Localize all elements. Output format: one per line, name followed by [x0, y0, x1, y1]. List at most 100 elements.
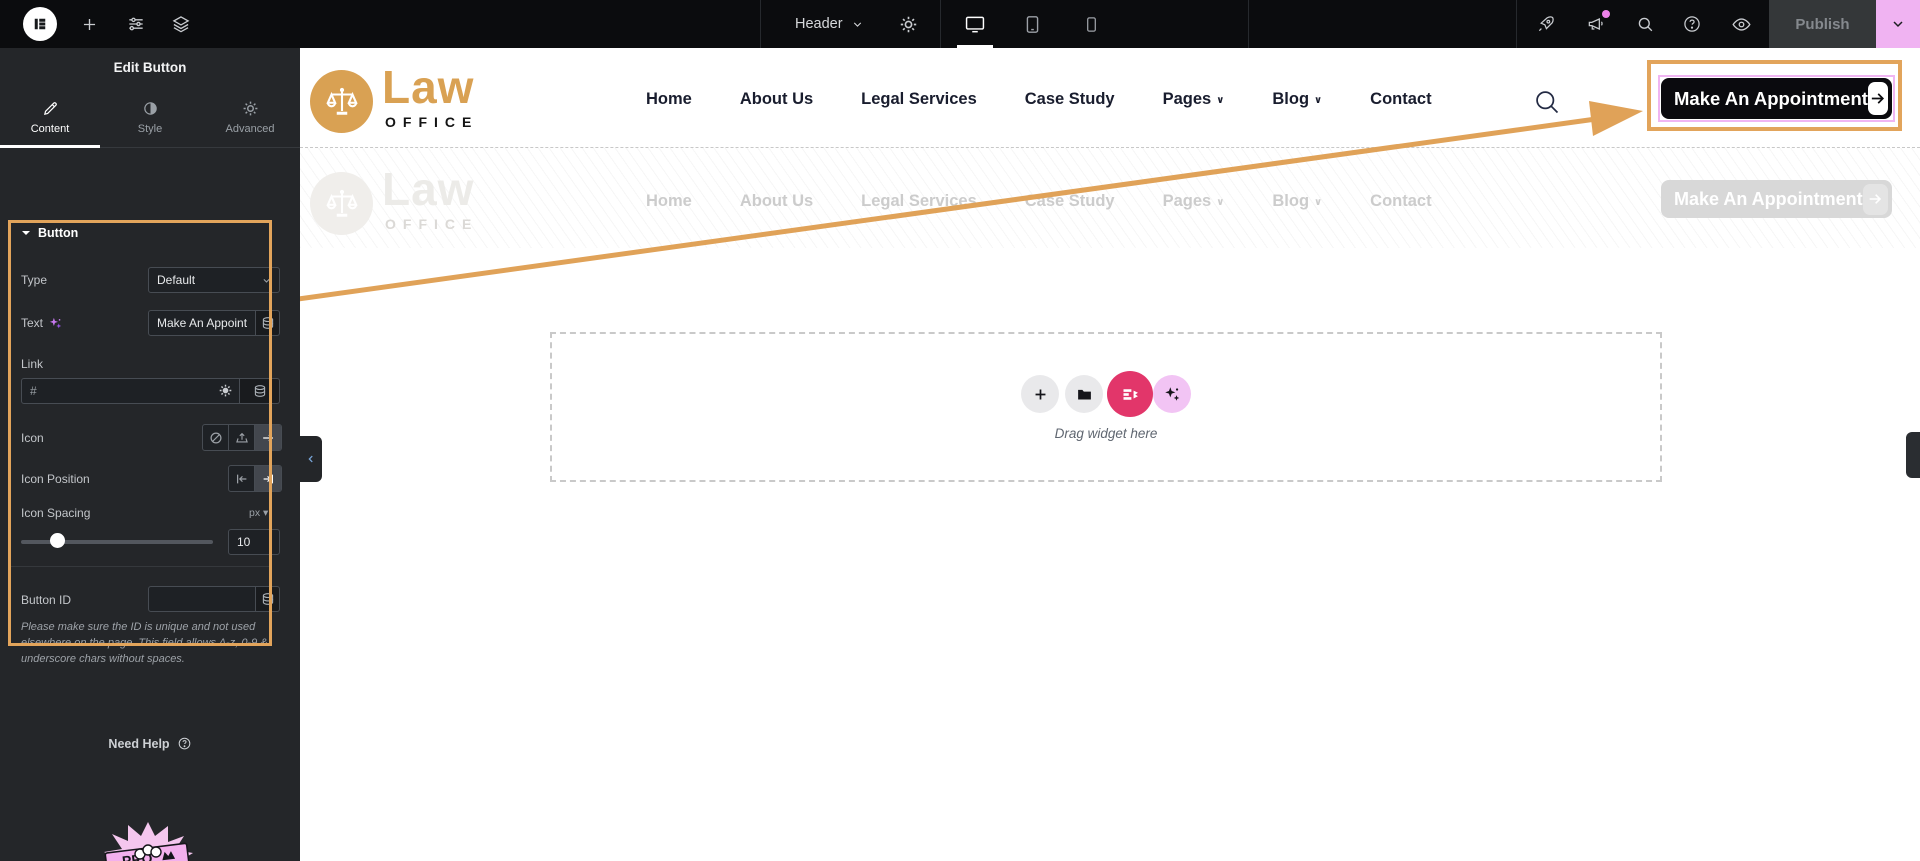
plus-icon — [83, 18, 95, 30]
icon-position-right-button[interactable] — [255, 466, 281, 491]
icon-right-icon — [263, 474, 273, 483]
database-icon — [262, 593, 273, 605]
document-switcher[interactable]: Header — [795, 0, 864, 48]
tab-style[interactable]: Style — [100, 88, 200, 147]
law-logo-icon[interactable] — [310, 70, 373, 133]
pencil-icon — [43, 102, 57, 115]
publish-button[interactable]: Publish — [1769, 0, 1876, 48]
text-input[interactable] — [148, 310, 256, 336]
icon-spacing-input[interactable] — [228, 529, 280, 555]
chevron-down-icon — [853, 21, 861, 27]
publish-label: Publish — [1795, 15, 1850, 33]
drag-widget-hint: Drag widget here — [1054, 426, 1158, 441]
document-settings-button[interactable] — [893, 0, 923, 48]
chevron-down-icon — [1893, 21, 1903, 28]
icon-library-button[interactable] — [255, 425, 281, 450]
type-value: Default — [157, 273, 196, 287]
site-preview-area — [300, 148, 1920, 248]
device-mobile-button[interactable] — [1073, 0, 1109, 48]
button-id-dynamic-tags-button[interactable] — [256, 586, 280, 612]
tab-style-label: Style — [137, 123, 163, 135]
device-desktop-button[interactable] — [957, 0, 993, 48]
icon-spacing-label: Icon Spacing — [21, 506, 91, 520]
plus-icon — [1035, 389, 1045, 399]
site-settings-button[interactable] — [122, 0, 150, 48]
elementor-editor: Header Publish Edit Button Content Style… — [0, 0, 1920, 861]
whats-new-button[interactable] — [1580, 0, 1612, 48]
navigator-handle[interactable] — [1906, 432, 1920, 478]
sparkles-icon — [1165, 387, 1180, 401]
section-button-header[interactable]: Button — [21, 226, 78, 240]
link-input[interactable] — [21, 378, 240, 404]
add-element-button[interactable] — [76, 0, 102, 48]
button-id-input[interactable] — [148, 586, 256, 612]
tab-content[interactable]: Content — [0, 88, 100, 148]
database-icon — [254, 385, 265, 397]
folder-icon — [1077, 389, 1091, 399]
main-nav: Home About Us Legal Services Case Study … — [646, 90, 1432, 109]
chevron-down-icon: ∨ — [1314, 95, 1323, 106]
tab-advanced[interactable]: Advanced — [200, 88, 300, 147]
eye-icon — [1731, 17, 1751, 31]
device-tablet-button[interactable] — [1014, 0, 1050, 48]
ai-builder-button[interactable] — [1153, 375, 1191, 413]
finder-search-button[interactable] — [1629, 0, 1661, 48]
icon-position-left-button[interactable] — [229, 466, 255, 491]
help-button[interactable] — [1676, 0, 1708, 48]
chevron-down-icon: ∨ — [1216, 95, 1225, 106]
nav-pages[interactable]: Pages ∨ — [1163, 90, 1225, 109]
panel-title: Edit Button — [113, 60, 187, 75]
need-help-link[interactable]: Need Help — [0, 736, 300, 751]
tab-content-label: Content — [30, 123, 70, 135]
monitor-icon — [965, 16, 985, 33]
nav-about-us[interactable]: About Us — [740, 90, 813, 109]
elementor-menu-button[interactable] — [22, 0, 58, 48]
make-appointment-button[interactable]: Make An Appointment — [1661, 78, 1892, 119]
top-bar: Header Publish — [0, 0, 1920, 48]
panel-collapse-handle[interactable] — [300, 436, 322, 482]
make-appointment-label: Make An Appointment — [1674, 87, 1868, 109]
nav-blog[interactable]: Blog ∨ — [1272, 90, 1322, 109]
nav-contact[interactable]: Contact — [1370, 90, 1431, 109]
elementor-logo-icon — [23, 7, 57, 41]
icon-choice-group — [202, 424, 282, 451]
template-library-button[interactable] — [1065, 375, 1103, 413]
text-dynamic-tags-button[interactable] — [256, 310, 280, 336]
search-icon — [1536, 91, 1559, 114]
arrow-right-icon — [263, 433, 274, 442]
structure-button[interactable] — [167, 0, 195, 48]
topbar-divider — [1248, 0, 1249, 48]
header-search-button[interactable] — [1533, 88, 1561, 116]
add-section-button[interactable] — [1021, 375, 1059, 413]
tablet-icon — [1026, 15, 1038, 33]
pro-mascot: PRO — [104, 822, 193, 861]
link-dynamic-tags-button[interactable] — [240, 378, 280, 404]
chevron-left-icon — [308, 455, 313, 463]
upload-icon — [235, 432, 248, 443]
nav-home[interactable]: Home — [646, 90, 692, 109]
button-id-help-text: Please make sure the ID is unique and no… — [21, 621, 268, 665]
section-button-label: Button — [38, 226, 79, 240]
preview-button[interactable] — [1724, 0, 1758, 48]
icon-upload-button[interactable] — [229, 425, 255, 450]
unit-selector[interactable]: px ▾ — [249, 507, 268, 519]
link-options-button[interactable] — [218, 383, 233, 398]
type-select[interactable]: Default — [148, 267, 280, 293]
empty-section-dropzone[interactable] — [550, 332, 1662, 482]
nav-legal-services[interactable]: Legal Services — [861, 90, 977, 109]
publish-options-button[interactable] — [1876, 0, 1920, 48]
scales-icon — [325, 87, 358, 115]
gear-icon — [900, 16, 916, 32]
panel-tabs: Content Style Advanced — [0, 88, 300, 148]
rocket-icon — [1538, 16, 1554, 32]
gear-icon — [243, 101, 257, 116]
nav-case-study[interactable]: Case Study — [1025, 90, 1115, 109]
icon-left-icon — [236, 474, 246, 483]
ai-sparkle-icon[interactable] — [49, 317, 62, 330]
icon-spacing-slider-thumb[interactable] — [50, 533, 65, 548]
logo-text[interactable]: Law — [382, 60, 474, 114]
kit-library-button[interactable] — [1107, 371, 1153, 417]
phone-icon — [1086, 16, 1096, 32]
upgrade-button[interactable] — [1530, 0, 1562, 48]
icon-none-button[interactable] — [203, 425, 229, 450]
